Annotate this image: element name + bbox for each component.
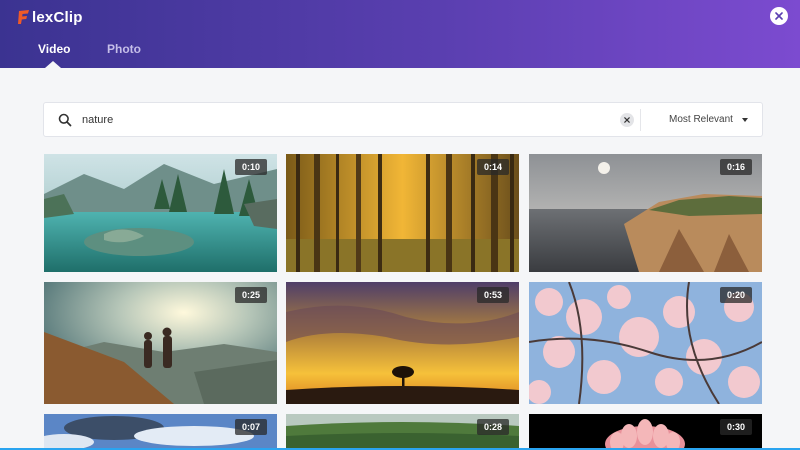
- video-duration-badge: 0:07: [234, 419, 267, 435]
- tab-photo[interactable]: Photo: [107, 42, 141, 56]
- search-bar: Most Relevant: [43, 102, 763, 137]
- flexclip-logo-icon: [18, 9, 30, 25]
- video-duration-badge: 0:25: [234, 287, 267, 303]
- video-duration-badge: 0:10: [234, 159, 267, 175]
- video-duration-badge: 0:28: [476, 419, 509, 435]
- flexclip-logo[interactable]: lexClip: [18, 7, 83, 27]
- close-button[interactable]: [770, 7, 788, 25]
- video-thumbnail-forest[interactable]: 0:14: [286, 154, 519, 272]
- search-icon: [58, 113, 72, 127]
- logo-text: lexClip: [32, 8, 83, 26]
- media-tabs: Video Photo: [0, 38, 800, 68]
- clear-icon: [624, 117, 630, 123]
- video-duration-badge: 0:16: [719, 159, 752, 175]
- video-thumbnail-sunset[interactable]: 0:53: [286, 282, 519, 404]
- sort-dropdown[interactable]: Most Relevant: [669, 114, 748, 125]
- video-thumbnail-flower[interactable]: 0:30: [529, 414, 762, 448]
- video-thumbnail-field[interactable]: 0:28: [286, 414, 519, 448]
- video-duration-badge: 0:53: [476, 287, 509, 303]
- close-icon: [775, 12, 783, 20]
- video-duration-badge: 0:20: [719, 287, 752, 303]
- video-duration-badge: 0:30: [719, 419, 752, 435]
- active-tab-indicator: [45, 61, 61, 68]
- tab-video[interactable]: Video: [38, 42, 70, 56]
- chevron-down-icon: [741, 117, 748, 122]
- video-thumbnail-lake[interactable]: 0:10: [44, 154, 277, 272]
- header-bar: lexClip Video Photo: [0, 0, 800, 68]
- search-divider: [640, 109, 641, 131]
- video-thumbnail-sky[interactable]: 0:07: [44, 414, 277, 448]
- video-thumbnail-hikers[interactable]: 0:25: [44, 282, 277, 404]
- video-thumbnail-cliff[interactable]: 0:16: [529, 154, 762, 272]
- clear-search-button[interactable]: [620, 113, 634, 127]
- video-duration-badge: 0:14: [476, 159, 509, 175]
- search-input[interactable]: [82, 110, 642, 130]
- sort-label: Most Relevant: [669, 114, 733, 125]
- video-thumbnail-blossom[interactable]: 0:20: [529, 282, 762, 404]
